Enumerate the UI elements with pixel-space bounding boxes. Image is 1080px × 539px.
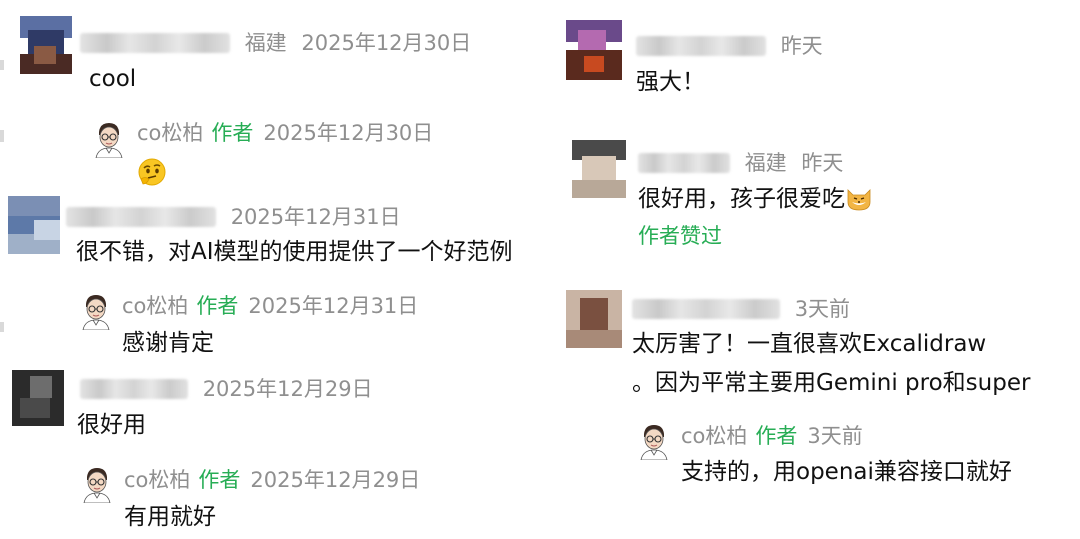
comment-text: 很好用，孩子很爱吃 — [638, 184, 873, 214]
comment-time: 2025年12月31日 — [230, 205, 401, 229]
thinking-face-emoji — [138, 158, 166, 186]
author-badge: 作者 — [196, 294, 239, 318]
reply-time: 2025年12月31日 — [248, 294, 419, 318]
author-liked-label: 作者赞过 — [638, 224, 722, 248]
author-badge: 作者 — [198, 468, 241, 492]
comment-text: 很好用 — [77, 412, 146, 438]
comment-meta: 昨天 — [636, 33, 823, 59]
comment-time: 2025年12月30日 — [301, 31, 472, 55]
reply-time: 2025年12月30日 — [263, 121, 434, 145]
blurred-username — [632, 299, 780, 319]
author-avatar-icon[interactable] — [92, 120, 126, 158]
author-avatar-icon[interactable] — [79, 292, 113, 330]
edge-fragment — [0, 322, 4, 332]
comment-meta: 福建 2025年12月30日 — [80, 30, 471, 56]
comment-meta: 福建 昨天 — [638, 150, 843, 176]
comment-text: 强大！ — [636, 69, 705, 95]
blurred-username — [80, 379, 188, 399]
edge-fragment — [0, 130, 4, 142]
reply-text: 感谢肯定 — [122, 330, 214, 356]
comment-time: 昨天 — [780, 34, 823, 58]
author-name[interactable]: co松柏 — [124, 468, 190, 492]
comment-text: cool — [89, 66, 137, 92]
blurred-username — [638, 153, 730, 173]
reply-time: 2025年12月29日 — [250, 468, 421, 492]
user-avatar[interactable] — [20, 16, 72, 74]
reply-text: 有用就好 — [124, 504, 216, 530]
edge-fragment — [0, 60, 4, 70]
reply-time: 3天前 — [807, 424, 863, 448]
user-avatar[interactable] — [8, 196, 60, 254]
user-avatar[interactable] — [572, 140, 626, 198]
reply-meta: co松柏 作者 2025年12月29日 — [124, 467, 420, 493]
author-name[interactable]: co松柏 — [122, 294, 188, 318]
comment-meta: 2025年12月31日 — [66, 204, 401, 230]
author-name[interactable]: co松柏 — [137, 121, 203, 145]
comment-location: 福建 — [244, 31, 287, 55]
blurred-username — [80, 33, 230, 53]
user-avatar[interactable] — [566, 290, 622, 348]
comment-meta: 3天前 — [632, 296, 850, 322]
user-avatar[interactable] — [12, 370, 64, 426]
user-avatar[interactable] — [566, 20, 622, 80]
author-badge: 作者 — [755, 424, 798, 448]
cat-face-emoji — [847, 189, 871, 211]
comment-time: 2025年12月29日 — [202, 377, 373, 401]
comment-text-content: 很好用，孩子很爱吃 — [638, 186, 845, 212]
author-name[interactable]: co松柏 — [681, 424, 747, 448]
reply-meta: co松柏 作者 2025年12月30日 — [137, 120, 433, 146]
blurred-username — [636, 36, 766, 56]
comment-text-line: 。因为平常主要用Gemini pro和super — [632, 370, 1031, 396]
comment-text-line: 太厉害了！一直很喜欢Excalidraw — [632, 331, 987, 357]
comment-time: 3天前 — [794, 297, 851, 321]
reply-meta: co松柏 作者 2025年12月31日 — [122, 293, 418, 319]
author-avatar-icon[interactable] — [637, 422, 671, 460]
author-badge: 作者 — [211, 121, 254, 145]
comment-time: 昨天 — [801, 151, 844, 175]
comment-location: 福建 — [744, 151, 787, 175]
comment-meta: 2025年12月29日 — [80, 376, 373, 402]
blurred-username — [66, 207, 216, 227]
comment-text: 很不错，对AI模型的使用提供了一个好范例 — [76, 239, 513, 265]
reply-text: 支持的，用openai兼容接口就好 — [681, 459, 1012, 485]
author-avatar-icon[interactable] — [80, 465, 114, 503]
reply-meta: co松柏 作者 3天前 — [681, 423, 863, 449]
